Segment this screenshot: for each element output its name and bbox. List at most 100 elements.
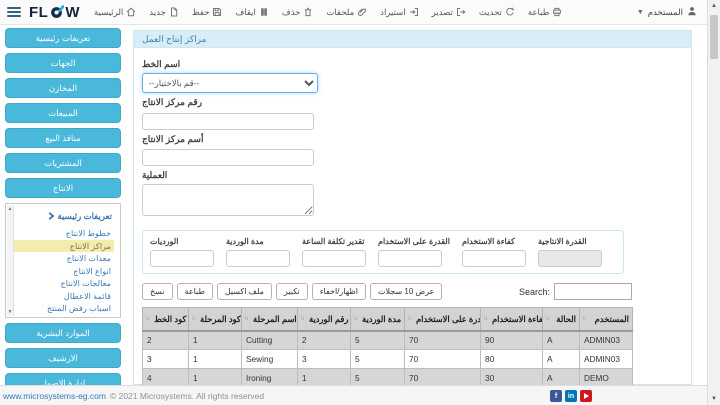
results-table: ↑↓كود الخط↑↓كود المرحلة↑↓اسم المرحلة↑↓رق… [142, 307, 633, 389]
metric-label: تقدير تكلفة الساعة [302, 237, 366, 246]
toolbar-button[interactable]: جديد [149, 7, 179, 18]
metric-input[interactable] [150, 250, 214, 267]
column-header[interactable]: ↑↓رقم الوردية [298, 308, 351, 331]
sidebar-submenu-item[interactable]: اسباب رفض المنتج [10, 302, 114, 314]
sidebar-submenu-item[interactable]: مواصفات الاصناف [10, 315, 114, 319]
export-icon [456, 7, 466, 17]
operation-textarea[interactable] [142, 184, 314, 216]
sidebar-top-buttons: تعريفات رئيسية الجهات المخازن المبيعات منافذ… [0, 28, 131, 198]
toolbar-button[interactable]: تحديث [479, 7, 515, 18]
center-number-label: رقم مركز الانتاج [142, 97, 683, 108]
table-cell: Sewing [242, 350, 298, 369]
sidebar-submenu: تعريفات رئيسية خطوط الانتاجمراكز الانتاج… [5, 203, 121, 318]
sidebar-button[interactable]: تعريفات رئيسية [5, 28, 121, 48]
column-header[interactable]: ↑↓كود الخط [143, 308, 189, 331]
toolbar-button[interactable]: حذف [282, 7, 314, 18]
sort-icon: ↑↓ [145, 316, 149, 322]
metric-label: مدة الوردية [226, 237, 290, 246]
submenu-scrollbar[interactable]: ▲ ▼ [7, 205, 14, 316]
attachment-icon [357, 7, 367, 17]
import-icon [409, 7, 419, 17]
toolbar-button[interactable]: طباعة [528, 7, 563, 18]
user-icon [687, 6, 697, 18]
metric-input[interactable] [462, 250, 526, 267]
table-toolbar-button[interactable]: عرض 10 سجلات [370, 283, 442, 300]
sidebar-submenu-item[interactable]: معالجات الانتاج [10, 277, 114, 289]
social-icons: f in [550, 390, 592, 402]
table-toolbar-button[interactable]: طباعة [177, 283, 213, 300]
column-header[interactable]: ↑↓الحالة [543, 308, 580, 331]
table-row[interactable]: 21Cutting257090AADMIN03 [143, 331, 633, 350]
scrollbar-thumb[interactable] [710, 15, 718, 59]
toolbar-button[interactable]: تصدير [432, 7, 466, 18]
toolbar-button[interactable]: ايقاف [235, 7, 268, 18]
scrollbar-down-icon[interactable]: ▼ [708, 396, 720, 402]
sidebar-button[interactable]: الارشيف [5, 348, 121, 368]
metric-input[interactable] [226, 250, 290, 267]
home-icon [126, 7, 136, 17]
toolbar-button[interactable]: حفظ [192, 7, 223, 18]
sidebar-submenu-item[interactable]: معدات الانتاج [10, 252, 114, 264]
metric-label: كفاءة الاستخدام [462, 237, 526, 246]
center-number-input[interactable] [142, 113, 314, 130]
sort-icon: ↑↓ [191, 316, 195, 322]
table-row[interactable]: 31Sewing357080AADMIN03 [143, 350, 633, 369]
sort-icon: ↑↓ [545, 316, 549, 322]
window-scrollbar[interactable]: ▲ ▼ [707, 0, 720, 405]
column-header[interactable]: ↑↓المستخدم [580, 308, 633, 331]
scroll-up-icon[interactable]: ▲ [7, 206, 13, 212]
table-cell: ADMIN03 [580, 350, 633, 369]
sidebar-submenu-item[interactable]: انواع الانتاج [10, 265, 114, 277]
metric-field: مدة الوردية [226, 237, 290, 267]
table-cell: Cutting [242, 331, 298, 350]
sidebar-button[interactable]: الجهات [5, 53, 121, 73]
toolbar-button[interactable]: استيراد [380, 7, 418, 18]
table-cell: 1 [189, 350, 242, 369]
line-name-label: اسم الخط [142, 59, 683, 70]
sidebar-submenu-item[interactable]: خطوط الانتاج [10, 227, 114, 239]
metric-input [538, 250, 602, 267]
sidebar-button[interactable]: المبيعات [5, 103, 121, 123]
column-header[interactable]: ↑↓القدرة على الاستخدام [405, 308, 481, 331]
logo-swirl-icon [49, 5, 64, 20]
pause-icon [259, 7, 269, 17]
toolbar-button[interactable]: الرئيسية [94, 7, 136, 18]
sidebar-submenu-item[interactable]: قائمة الاعطال [10, 290, 114, 302]
youtube-icon[interactable] [580, 390, 592, 402]
column-header[interactable]: ↑↓كفاءة الاستخدام [481, 308, 543, 331]
facebook-icon[interactable]: f [550, 390, 562, 402]
sidebar-button[interactable]: الانتاج [5, 178, 121, 198]
metric-input[interactable] [302, 250, 366, 267]
column-header[interactable]: ↑↓كود المرحلة [189, 308, 242, 331]
sidebar-button[interactable]: المشتريات [5, 153, 121, 173]
column-header[interactable]: ↑↓اسم المرحلة [242, 308, 298, 331]
table-toolbar-button[interactable]: ملف اكسيل [217, 283, 272, 300]
line-name-select[interactable]: --قم بالاختيار-- [142, 73, 318, 93]
toolbar-button[interactable]: ملحقات [326, 7, 367, 18]
table-toolbar-button[interactable]: تكبير [276, 283, 308, 300]
table-toolbar-button[interactable]: نسخ [142, 283, 173, 300]
linkedin-icon[interactable]: in [565, 390, 577, 402]
table-cell: ADMIN03 [580, 331, 633, 350]
search-input[interactable] [554, 283, 632, 300]
metrics-panel: الورديات مدة الوردية تقدير تكلفة الساعة … [142, 230, 624, 274]
sort-icon: ↑↓ [407, 316, 411, 322]
sidebar-button[interactable]: الموارد البشرية [5, 323, 121, 343]
menu-icon[interactable] [7, 5, 21, 19]
table-toolbar-button[interactable]: اظهار/اخفاء [312, 283, 366, 300]
footer-link[interactable]: www.microsystems-eg.com [3, 391, 106, 401]
submenu-header[interactable]: تعريفات رئيسية [12, 211, 112, 222]
sidebar-button[interactable]: المخازن [5, 78, 121, 98]
scrollbar-up-icon[interactable]: ▲ [708, 3, 720, 9]
column-header[interactable]: ↑↓مدة الوردية [351, 308, 405, 331]
metric-input[interactable] [378, 250, 442, 267]
table-cell: 2 [298, 331, 351, 350]
center-name-input[interactable] [142, 149, 314, 166]
scroll-down-icon[interactable]: ▼ [7, 309, 13, 315]
sidebar-button[interactable]: منافذ البيع [5, 128, 121, 148]
sidebar-submenu-item[interactable]: مراكز الانتاج [10, 240, 114, 252]
app-logo: FL W [29, 4, 80, 21]
table-cell: A [543, 331, 580, 350]
operation-label: العملية [142, 170, 683, 181]
user-menu[interactable]: ▼ المستخدم [637, 6, 697, 18]
